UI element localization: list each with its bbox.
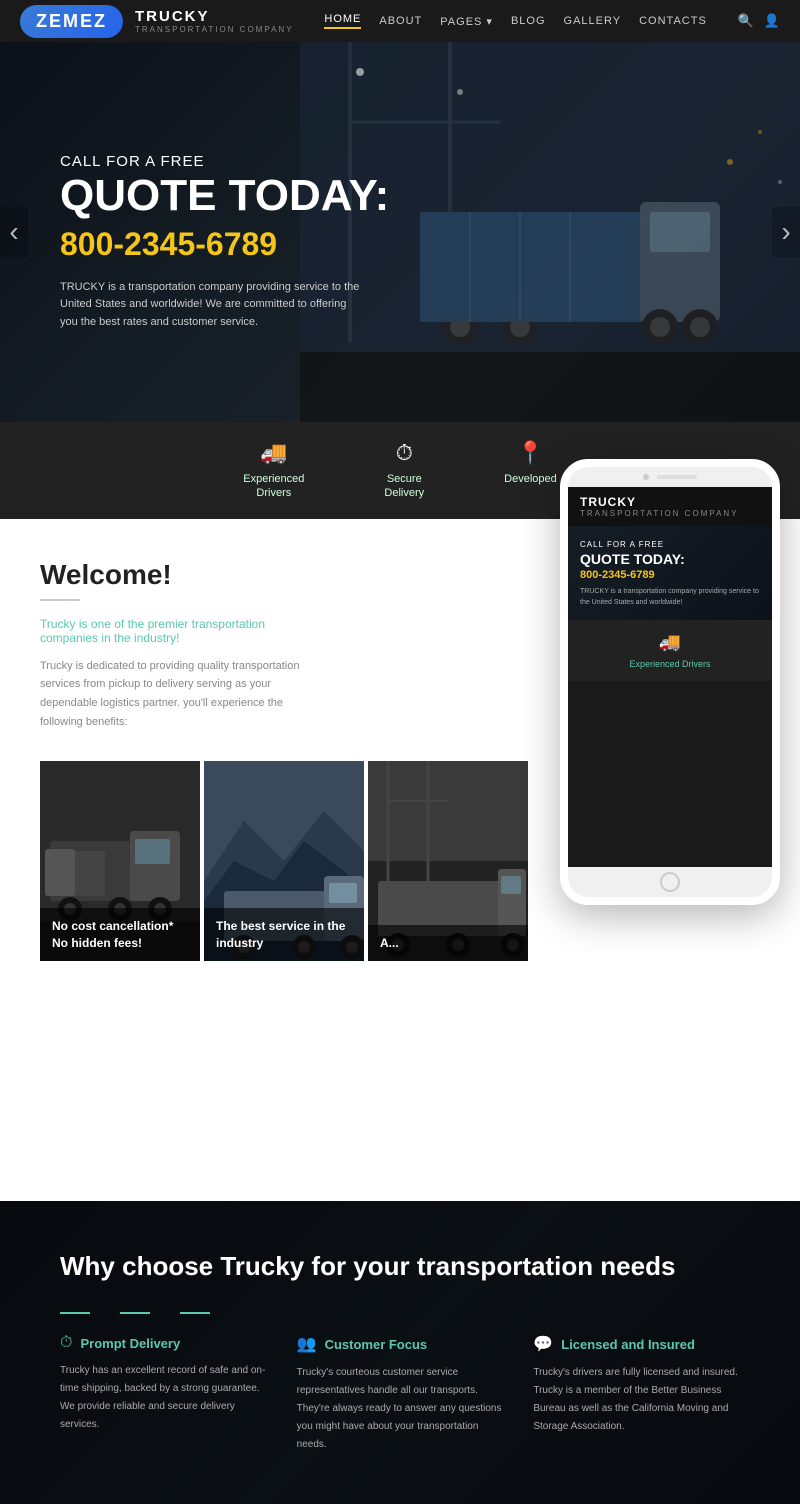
- search-icon[interactable]: 🔍: [738, 13, 754, 29]
- phone-description: TRUCKY is a transportation company provi…: [580, 587, 760, 608]
- welcome-description: Trucky is dedicated to providing quality…: [40, 657, 320, 732]
- why-item-licensed-header: 💬 Licensed and Insured: [533, 1334, 740, 1354]
- phone-subtitle: TRANSPORTATION COMPANY: [580, 509, 760, 518]
- logo-badge: ZEMEZ: [20, 5, 123, 38]
- welcome-divider: [40, 599, 80, 601]
- why-title: Why choose Trucky for your transportatio…: [60, 1251, 740, 1282]
- why-grid: ⏱ Prompt Delivery Trucky has an excellen…: [60, 1334, 740, 1454]
- feature-drivers-label: ExperiencedDrivers: [243, 472, 304, 501]
- why-licensed-title: Licensed and Insured: [561, 1337, 695, 1352]
- phone-speaker-bar: [657, 475, 697, 479]
- phone-hero: CALL FOR A FREE QUOTE TODAY: 800-2345-67…: [568, 526, 772, 621]
- phone-feature: 🚚 Experienced Drivers: [568, 620, 772, 681]
- chat-icon: 💬: [533, 1334, 553, 1354]
- welcome-section: Welcome! Trucky is one of the premier tr…: [40, 559, 340, 732]
- why-delivery-desc: Trucky has an excellent record of safe a…: [60, 1362, 267, 1434]
- phone-home-button: [568, 867, 772, 897]
- gallery-card-1[interactable]: No cost cancellation*No hidden fees!: [40, 761, 200, 961]
- feature-drivers: 🚚 ExperiencedDrivers: [243, 440, 304, 501]
- nav-gallery[interactable]: GALLERY: [564, 15, 622, 27]
- why-focus-title: Customer Focus: [325, 1337, 428, 1352]
- phone-screen: TRUCKY TRANSPORTATION COMPANY CALL FOR A…: [568, 487, 772, 867]
- phone-mockup: TRUCKY TRANSPORTATION COMPANY CALL FOR A…: [560, 459, 780, 905]
- truck-icon: 🚚: [260, 440, 287, 466]
- phone-nav: TRUCKY TRANSPORTATION COMPANY: [568, 487, 772, 526]
- welcome-title: Welcome!: [40, 559, 320, 591]
- user-icon[interactable]: 👤: [764, 13, 780, 29]
- hero-section: ‹ CALL FOR A FREE QUOTE TODAY: 800-2345-…: [0, 42, 800, 422]
- phone-speaker: [568, 467, 772, 487]
- phone-truck-icon: 🚚: [659, 632, 681, 653]
- phone-phone: 800-2345-6789: [580, 569, 760, 581]
- nav-about[interactable]: ABOUT: [379, 15, 422, 27]
- hero-next-arrow[interactable]: ›: [772, 207, 800, 257]
- nav-contacts[interactable]: CONTACTS: [639, 15, 707, 27]
- why-item-delivery: ⏱ Prompt Delivery Trucky has an excellen…: [60, 1334, 267, 1454]
- gallery-label-3: A...: [368, 925, 528, 962]
- hero-quote-label: QUOTE TODAY:: [60, 174, 480, 218]
- phone-brand: TRUCKY: [580, 495, 760, 509]
- why-divider-2: [120, 1312, 150, 1314]
- nav-brand: TRUCKY TRANSPORTATION COMPANY: [135, 8, 294, 34]
- pin-icon: 📍: [517, 440, 544, 466]
- people-icon: 👥: [297, 1334, 317, 1354]
- hero-content: CALL FOR A FREE QUOTE TODAY: 800-2345-67…: [60, 153, 480, 332]
- feature-developed-label: Developed: [504, 472, 557, 486]
- feature-delivery-label: SecureDelivery: [384, 472, 424, 501]
- gallery-card-2[interactable]: The best service in the industry: [204, 761, 364, 961]
- clock-icon: ⏱: [60, 1334, 72, 1352]
- why-licensed-desc: Trucky's drivers are fully licensed and …: [533, 1364, 740, 1436]
- why-focus-desc: Trucky's courteous customer service repr…: [297, 1364, 504, 1454]
- nav-links: HOME ABOUT PAGES ▾ BLOG GALLERY CONTACTS: [324, 13, 706, 29]
- nav-blog[interactable]: BLOG: [511, 15, 546, 27]
- hero-phone: 800-2345-6789: [60, 226, 480, 263]
- why-section: Why choose Trucky for your transportatio…: [0, 1201, 800, 1504]
- phone-camera: [643, 474, 649, 480]
- why-item-delivery-header: ⏱ Prompt Delivery: [60, 1334, 267, 1352]
- why-item-licensed: 💬 Licensed and Insured Trucky's drivers …: [533, 1334, 740, 1454]
- gallery-label-2: The best service in the industry: [204, 908, 364, 962]
- why-divider-1: [60, 1312, 90, 1314]
- gallery-label-1: No cost cancellation*No hidden fees!: [40, 908, 200, 962]
- clock-icon: ⏱: [396, 440, 413, 466]
- navigation: ZEMEZ TRUCKY TRANSPORTATION COMPANY HOME…: [0, 0, 800, 42]
- nav-home[interactable]: HOME: [324, 13, 361, 29]
- logo-text: ZEMEZ: [36, 11, 107, 32]
- why-item-focus-header: 👥 Customer Focus: [297, 1334, 504, 1354]
- hero-description: TRUCKY is a transportation company provi…: [60, 279, 360, 332]
- feature-developed: 📍 Developed: [504, 440, 557, 501]
- phone-feature-label: Experienced Drivers: [629, 659, 710, 669]
- nav-icons: 🔍 👤: [738, 13, 780, 29]
- nav-pages[interactable]: PAGES ▾: [440, 15, 493, 28]
- why-dividers: [60, 1312, 740, 1314]
- feature-delivery: ⏱ SecureDelivery: [384, 440, 424, 501]
- welcome-subtitle: Trucky is one of the premier transportat…: [40, 617, 320, 645]
- phone-quote-label: QUOTE TODAY:: [580, 551, 760, 568]
- phone-home-circle: [660, 872, 680, 892]
- why-delivery-title: Prompt Delivery: [80, 1336, 180, 1351]
- hero-call-label: CALL FOR A FREE: [60, 153, 480, 170]
- hero-prev-arrow[interactable]: ‹: [0, 207, 28, 257]
- why-divider-3: [180, 1312, 210, 1314]
- phone-call-label: CALL FOR A FREE: [580, 540, 760, 549]
- why-item-focus: 👥 Customer Focus Trucky's courteous cust…: [297, 1334, 504, 1454]
- gallery-card-3[interactable]: A...: [368, 761, 528, 961]
